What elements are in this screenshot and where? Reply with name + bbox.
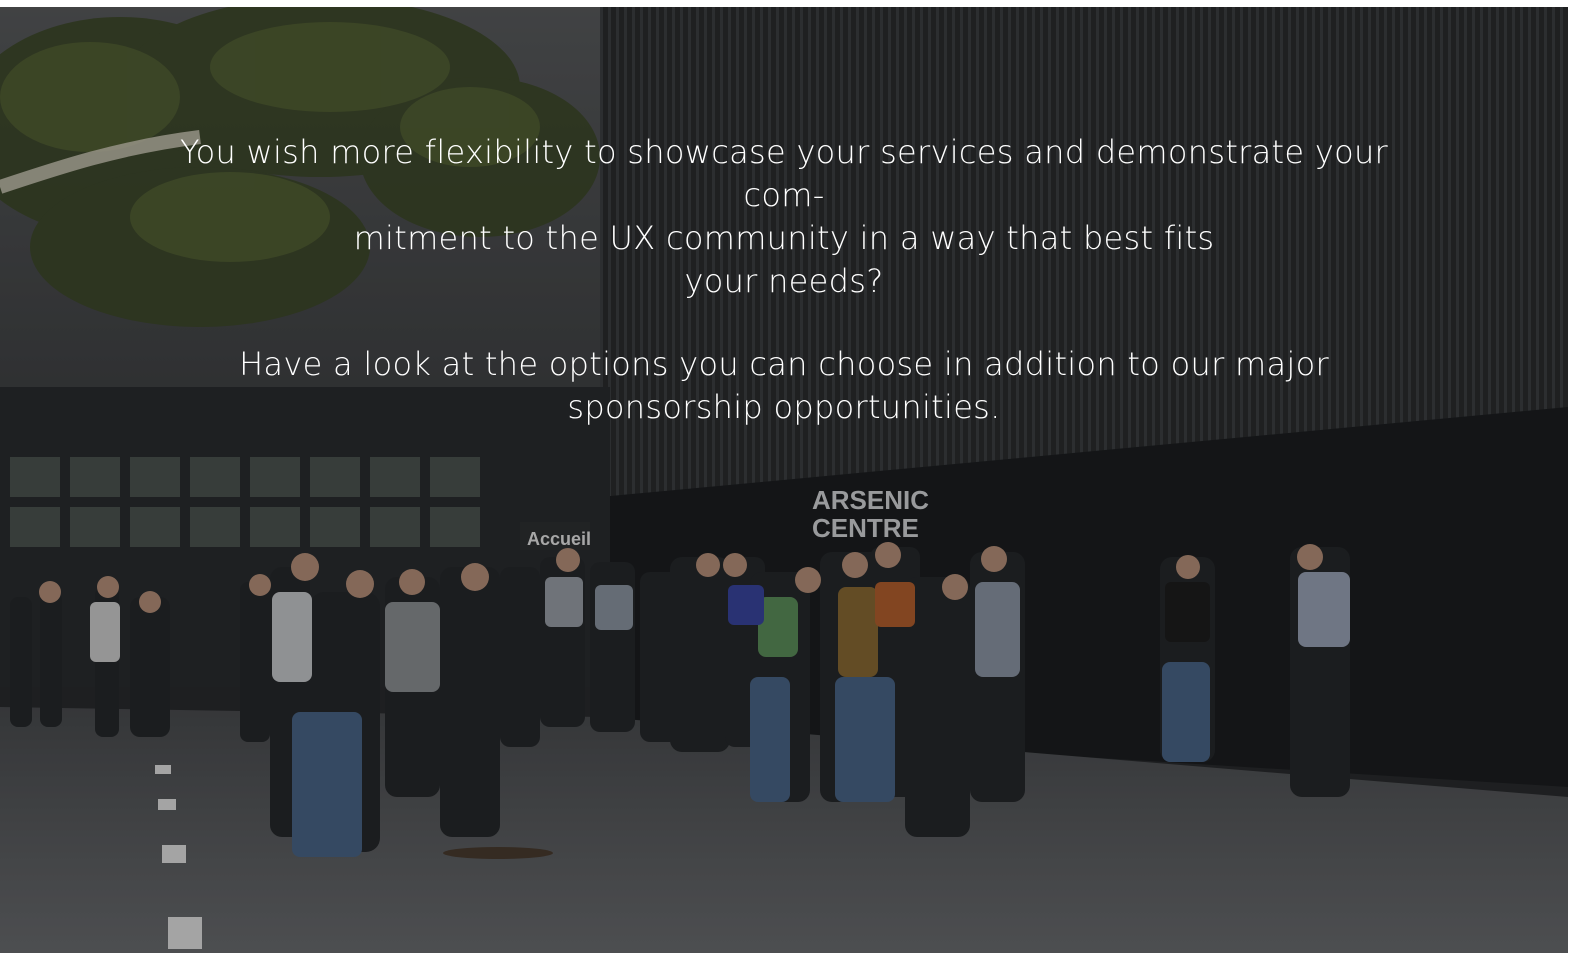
intro-paragraph-2: Have a look at the options you can choos…: [140, 343, 1428, 429]
intro-line-1: You wish more flexibility to showcase yo…: [179, 133, 1388, 214]
intro-paragraph-1: You wish more flexibility to showcase yo…: [140, 131, 1428, 303]
options-line-1: Have a look at the options you can choos…: [239, 345, 1329, 383]
intro-line-3: your needs?: [684, 262, 884, 300]
hero-section: ARSENIC CENTRE Accueil You wish more fle…: [0, 7, 1568, 953]
options-line-2: sponsorship opportunities.: [567, 388, 1001, 426]
intro-line-2: mitment to the UX community in a way tha…: [353, 219, 1215, 257]
sponsorship-intro: You wish more flexibility to showcase yo…: [140, 131, 1428, 429]
